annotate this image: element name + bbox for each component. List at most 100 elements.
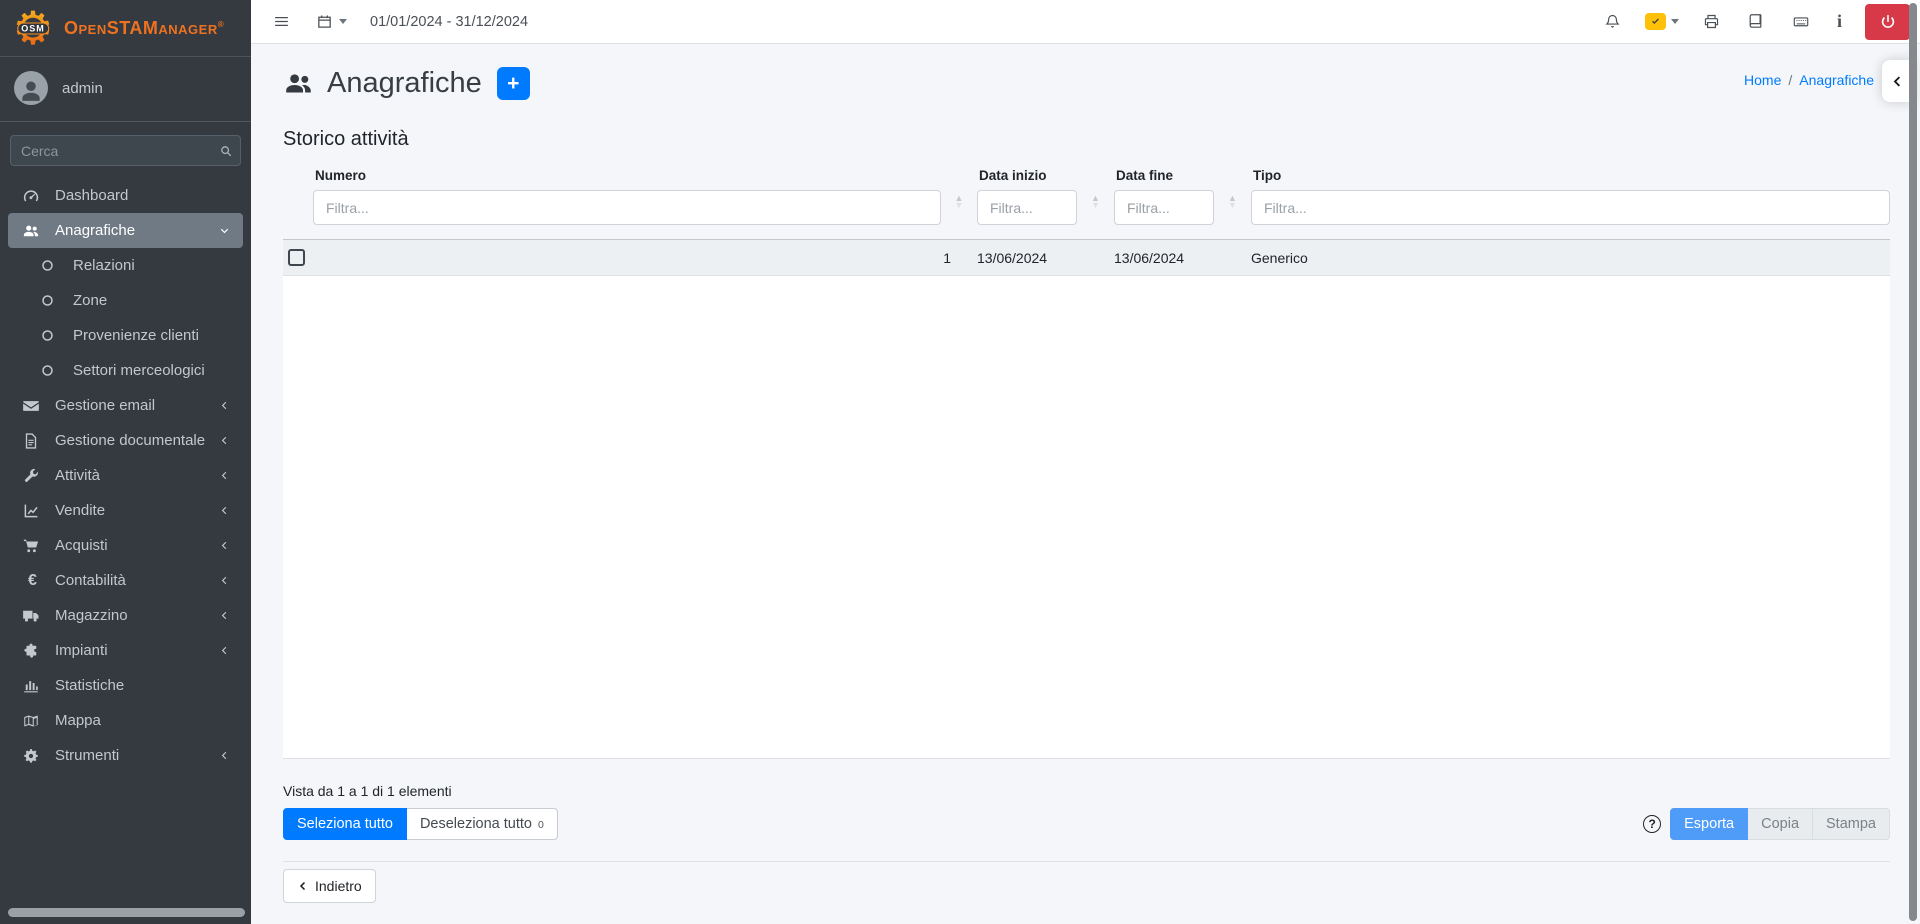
- sidebar-item-strumenti[interactable]: Strumenti: [8, 738, 243, 773]
- column-label[interactable]: Data inizio: [979, 168, 1077, 183]
- sidebar-item-impianti[interactable]: Impianti: [8, 633, 243, 668]
- sidebar-item-provenienze-clienti[interactable]: Provenienze clienti: [8, 318, 243, 353]
- check-icon: [1652, 18, 1659, 25]
- notifications-button[interactable]: [1595, 7, 1630, 36]
- info-icon[interactable]: i: [1829, 11, 1850, 32]
- chevron-left-icon: [218, 609, 231, 622]
- deselect-all-button[interactable]: Deseleziona tutto 0: [406, 808, 558, 840]
- filter-input-data-fine[interactable]: [1114, 190, 1214, 225]
- sidebar-item-label: Zone: [73, 292, 108, 309]
- sort-control: ▲ ▼: [941, 168, 977, 210]
- circle-o-icon: [40, 292, 61, 310]
- sidebar: ⚙ OSM OpenSTAManager® admin Dashboard An…: [0, 0, 251, 924]
- sidebar-item-anagrafiche[interactable]: Anagrafiche: [8, 213, 243, 248]
- vertical-scrollbar[interactable]: [1909, 3, 1917, 921]
- breadcrumb-current-link[interactable]: Anagrafiche: [1799, 72, 1874, 88]
- table-info-text: Vista da 1 a 1 di 1 elementi: [283, 783, 452, 799]
- topbar: 01/01/2024 - 31/12/2024 i: [251, 0, 1920, 44]
- sidebar-item-statistiche[interactable]: Statistiche: [8, 668, 243, 703]
- sidebar-item-label: Contabilità: [55, 572, 126, 589]
- sidebar-item-settori-merceologici[interactable]: Settori merceologici: [8, 353, 243, 388]
- filter-input-data-inizio[interactable]: [977, 190, 1077, 225]
- print-table-button[interactable]: Stampa: [1813, 808, 1890, 840]
- chevron-left-icon: [218, 434, 231, 447]
- wrench-icon: [22, 467, 43, 485]
- chevron-left-icon: [218, 469, 231, 482]
- sidebar-horizontal-scrollbar[interactable]: [8, 908, 245, 917]
- sidebar-item-vendite[interactable]: Vendite: [8, 493, 243, 528]
- sidebar-item-label: Impianti: [55, 642, 108, 659]
- printer-icon: [1704, 14, 1719, 29]
- shortcuts-button[interactable]: [1782, 7, 1820, 36]
- sidebar-item-relazioni[interactable]: Relazioni: [8, 248, 243, 283]
- select-all-button[interactable]: Seleziona tutto: [283, 808, 407, 840]
- add-record-button[interactable]: +: [496, 67, 530, 100]
- manual-button[interactable]: [1738, 7, 1773, 36]
- envelope-icon: [22, 397, 43, 415]
- circle-o-icon: [40, 257, 61, 275]
- logout-button[interactable]: [1865, 3, 1910, 40]
- avatar: [14, 71, 48, 105]
- bell-icon: [1605, 14, 1620, 28]
- chevron-down-icon: [218, 224, 231, 237]
- filter-input-tipo[interactable]: [1251, 190, 1890, 225]
- sidebar-item-attivita[interactable]: Attività: [8, 458, 243, 493]
- calendar-button[interactable]: [307, 7, 356, 36]
- user-name[interactable]: admin: [62, 80, 103, 97]
- cell-tipo: Generico: [1251, 249, 1308, 266]
- table-row[interactable]: 1 13/06/2024 13/06/2024 Generico: [283, 239, 1890, 276]
- sidebar-item-acquisti[interactable]: Acquisti: [8, 528, 243, 563]
- sidebar-item-mappa[interactable]: Mappa: [8, 703, 243, 738]
- sidebar-item-gestione-documentale[interactable]: Gestione documentale: [8, 423, 243, 458]
- users-icon: [22, 222, 43, 240]
- sidebar-item-label: Settori merceologici: [73, 362, 205, 379]
- chevron-left-icon: [218, 574, 231, 587]
- help-icon[interactable]: ?: [1643, 815, 1662, 833]
- column-label[interactable]: Tipo: [1253, 168, 1890, 183]
- power-icon: [1881, 14, 1894, 28]
- column-label[interactable]: Numero: [315, 168, 941, 183]
- export-button[interactable]: Esporta: [1670, 808, 1749, 840]
- breadcrumb-home-link[interactable]: Home: [1744, 72, 1781, 88]
- search-button[interactable]: [212, 135, 241, 166]
- page-header: Anagrafiche + Home / Anagrafiche: [283, 60, 1890, 107]
- column-label[interactable]: Data fine: [1116, 168, 1214, 183]
- column-numero: Numero: [313, 168, 941, 225]
- sidebar-item-zone[interactable]: Zone: [8, 283, 243, 318]
- registered-mark: ®: [217, 19, 225, 29]
- sidebar-item-label: Gestione documentale: [55, 432, 206, 449]
- copy-button[interactable]: Copia: [1748, 808, 1814, 840]
- hamburger-icon: [275, 16, 288, 27]
- row-checkbox[interactable]: [288, 249, 305, 266]
- status-dropdown[interactable]: [1639, 9, 1685, 34]
- sidebar-item-gestione-email[interactable]: Gestione email: [8, 388, 243, 423]
- sort-arrows-icon[interactable]: ▲ ▼: [1228, 194, 1237, 210]
- sidebar-item-magazzino[interactable]: Magazzino: [8, 598, 243, 633]
- brand-header[interactable]: ⚙ OSM OpenSTAManager®: [0, 0, 251, 57]
- date-range-text[interactable]: 01/01/2024 - 31/12/2024: [370, 14, 528, 30]
- sidebar-item-label: Mappa: [55, 712, 101, 729]
- sort-arrows-icon[interactable]: ▲ ▼: [955, 194, 964, 210]
- osm-gear-logo: ⚙ OSM: [10, 5, 56, 51]
- chart-line-icon: [22, 502, 43, 520]
- caret-down-icon: [339, 19, 347, 24]
- gear-icon: [22, 747, 43, 765]
- hamburger-menu-button[interactable]: [264, 7, 299, 36]
- search-input[interactable]: [10, 135, 212, 166]
- osm-logo-text: OSM: [17, 22, 49, 35]
- circle-o-icon: [40, 362, 61, 380]
- print-button[interactable]: [1694, 7, 1729, 36]
- back-button[interactable]: Indietro: [283, 869, 376, 903]
- page-content: Anagrafiche + Home / Anagrafiche Storico a…: [251, 44, 1920, 903]
- filter-input-numero[interactable]: [313, 190, 941, 225]
- main-area: 01/01/2024 - 31/12/2024 i Anagrafiche + …: [251, 0, 1920, 903]
- chevron-left-icon: [218, 504, 231, 517]
- page-title: Anagrafiche: [283, 67, 482, 100]
- sidebar-item-contabilita[interactable]: € Contabilità: [8, 563, 243, 598]
- sidebar-nav: Dashboard Anagrafiche Relazioni Zone Pro…: [0, 178, 251, 773]
- sort-control: ▲ ▼: [1214, 168, 1251, 210]
- sort-arrows-icon[interactable]: ▲ ▼: [1091, 194, 1100, 210]
- sidebar-item-dashboard[interactable]: Dashboard: [8, 178, 243, 213]
- calendar-icon: [318, 15, 331, 28]
- sidebar-item-label: Gestione email: [55, 397, 156, 414]
